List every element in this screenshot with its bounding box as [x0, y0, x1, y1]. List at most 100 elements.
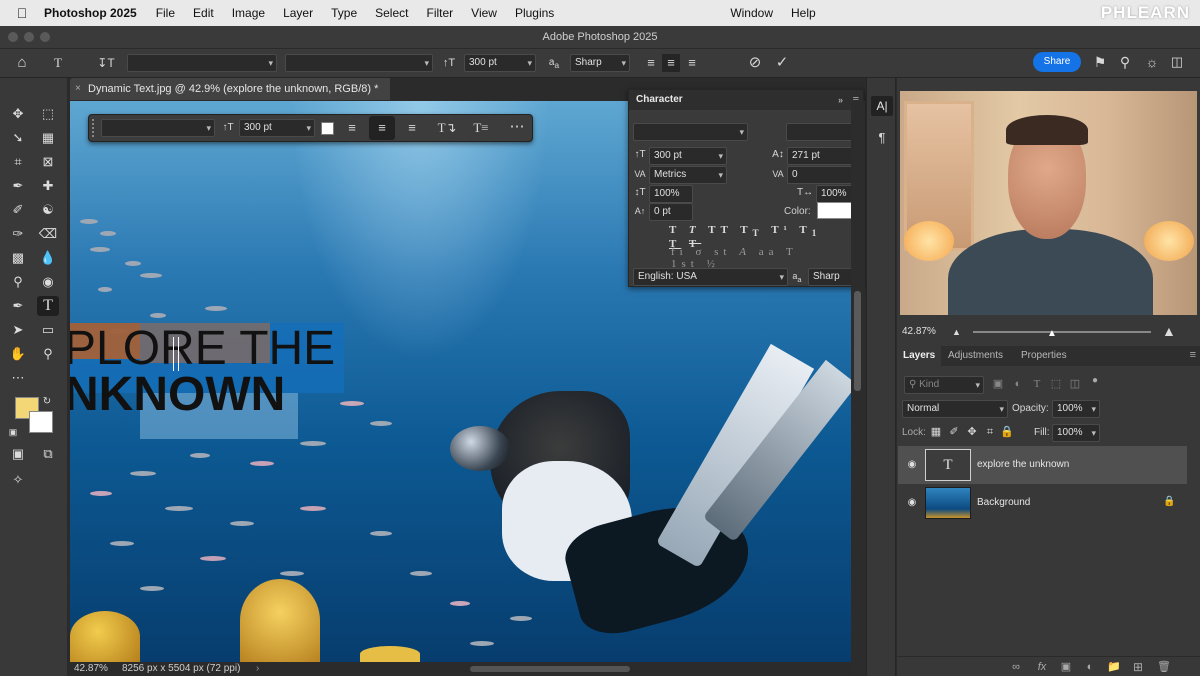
- tab-layers[interactable]: Layers: [897, 346, 942, 366]
- horizontal-scrollbar[interactable]: [470, 666, 630, 672]
- status-zoom[interactable]: 42.87%: [74, 662, 108, 676]
- menu-edit[interactable]: Edit: [184, 6, 223, 20]
- vertical-scrollbar[interactable]: [854, 291, 861, 391]
- ctx-color-swatch[interactable]: [321, 122, 334, 135]
- lock-transparent-icon[interactable]: ▦: [928, 423, 944, 441]
- align-right-icon[interactable]: ≡: [683, 54, 701, 72]
- menu-file[interactable]: File: [147, 6, 184, 20]
- opacity-field[interactable]: 100% ▾: [1052, 400, 1100, 418]
- menu-filter[interactable]: Filter: [417, 6, 462, 20]
- ctx-align-right-icon[interactable]: ≡: [402, 119, 422, 137]
- cancel-icon[interactable]: ⊘: [745, 54, 765, 72]
- blur-tool-icon[interactable]: 💧: [37, 248, 59, 268]
- lock-artboard-icon[interactable]: ⌗: [982, 423, 998, 441]
- char-font-size-field[interactable]: 300 pt ▾: [649, 147, 727, 165]
- align-center-icon[interactable]: ≡: [662, 54, 680, 72]
- ctx-font-family-select[interactable]: ▾: [101, 119, 215, 137]
- font-family-select[interactable]: ▾: [127, 54, 277, 72]
- object-selection-tool-icon[interactable]: ▦: [37, 128, 59, 148]
- history-brush-tool-icon[interactable]: ✑: [7, 224, 29, 244]
- path-selection-tool-icon[interactable]: ➤: [7, 320, 29, 340]
- share-button[interactable]: Share: [1033, 52, 1081, 72]
- rectangle-tool-icon[interactable]: ▭: [37, 320, 59, 340]
- ctx-text-options-icon[interactable]: T≡: [470, 119, 492, 137]
- filter-shape-icon[interactable]: ⬚: [1048, 375, 1064, 393]
- clone-stamp-tool-icon[interactable]: ☯: [37, 200, 59, 220]
- adjustment-layer-icon[interactable]: ◐: [1081, 658, 1099, 676]
- pen-tool-icon[interactable]: ✒: [7, 296, 29, 316]
- menu-layer[interactable]: Layer: [274, 6, 322, 20]
- char-kerning-select[interactable]: Metrics ▾: [649, 166, 727, 184]
- language-select[interactable]: English: USA ▾: [633, 268, 788, 286]
- collapse-panel-icon[interactable]: »: [838, 90, 843, 110]
- layer-effects-icon[interactable]: fx: [1033, 658, 1051, 676]
- antialias-select[interactable]: Sharp ▾: [570, 54, 630, 72]
- discover-icon[interactable]: ☼: [1142, 53, 1162, 71]
- document-tab[interactable]: × Dynamic Text.jpg @ 42.9% (explore the …: [70, 78, 390, 100]
- faux-style-buttons[interactable]: T T TT TT T¹ T1 T T: [669, 224, 829, 250]
- close-window-button[interactable]: [8, 32, 18, 42]
- canvas-text-line2[interactable]: NKNOWN: [70, 371, 285, 419]
- char-tracking-field[interactable]: 0▾: [787, 166, 860, 184]
- ctx-align-center-icon[interactable]: ≡: [369, 116, 395, 140]
- lasso-tool-icon[interactable]: ➘: [7, 128, 29, 148]
- char-vertical-scale-field[interactable]: 100%: [649, 185, 693, 203]
- ctx-align-left-icon[interactable]: ≡: [342, 119, 362, 137]
- character-panel-toggle-icon[interactable]: A|: [871, 96, 893, 116]
- menu-help[interactable]: Help: [782, 6, 825, 20]
- filter-pixel-icon[interactable]: ▣: [990, 375, 1006, 393]
- zoom-in-icon[interactable]: ▲: [1162, 323, 1176, 339]
- filter-toggle-icon[interactable]: ●: [1087, 372, 1103, 390]
- opentype-buttons[interactable]: fi σ st A aa T 1st ½: [671, 246, 831, 270]
- align-left-icon[interactable]: ≡: [642, 54, 660, 72]
- type-tool-icon[interactable]: T: [37, 296, 59, 316]
- ctx-warp-text-icon[interactable]: T↴: [436, 119, 458, 137]
- screen-mode-icon[interactable]: ⧉: [37, 444, 59, 464]
- filter-adjustment-icon[interactable]: ◐: [1010, 375, 1026, 393]
- navigator-zoom-value[interactable]: 42.87%: [902, 326, 936, 337]
- layer-name[interactable]: explore the unknown: [977, 446, 1069, 484]
- filter-smart-object-icon[interactable]: ◫: [1067, 375, 1083, 393]
- tab-properties[interactable]: Properties: [1015, 346, 1073, 366]
- zoom-tool-icon[interactable]: ⚲: [37, 344, 59, 364]
- more-tools-icon[interactable]: ⋯: [7, 368, 29, 388]
- char-leading-field[interactable]: 271 pt▾: [787, 147, 860, 165]
- frame-tool-icon[interactable]: ⊠: [37, 152, 59, 172]
- zoom-out-icon[interactable]: ▲: [952, 327, 961, 337]
- menu-plugins[interactable]: Plugins: [506, 6, 563, 20]
- char-font-family-select[interactable]: ▾: [633, 123, 748, 141]
- link-layers-icon[interactable]: ∞: [1007, 658, 1025, 676]
- sponge-tool-icon[interactable]: ◉: [37, 272, 59, 292]
- filter-type-icon[interactable]: T: [1029, 375, 1045, 393]
- zoom-window-button[interactable]: [40, 32, 50, 42]
- workspace-icon[interactable]: ◫: [1168, 53, 1186, 71]
- char-font-style-select[interactable]: ▾: [786, 123, 860, 141]
- apple-icon[interactable]: : [0, 5, 44, 21]
- visibility-eye-icon[interactable]: ◉: [906, 459, 918, 471]
- canvas-text-line1[interactable]: PLORE THE: [70, 325, 335, 373]
- new-group-icon[interactable]: 📁: [1105, 658, 1123, 676]
- lock-position-icon[interactable]: ✥: [964, 423, 980, 441]
- move-tool-icon[interactable]: ✥: [7, 104, 29, 124]
- font-size-field[interactable]: 300 pt ▾: [464, 54, 536, 72]
- add-mask-icon[interactable]: ▣: [1057, 658, 1075, 676]
- menu-select[interactable]: Select: [366, 6, 417, 20]
- char-baseline-shift-field[interactable]: 0 pt: [649, 203, 693, 221]
- layer-row-background[interactable]: ◉ Background 🔒: [898, 484, 1187, 522]
- paragraph-panel-toggle-icon[interactable]: ¶: [871, 128, 893, 148]
- minimize-window-button[interactable]: [24, 32, 34, 42]
- tab-adjustments[interactable]: Adjustments: [942, 346, 1009, 366]
- ctx-more-icon[interactable]: ⋯: [506, 118, 528, 136]
- search-icon[interactable]: ⚲: [1116, 53, 1134, 71]
- layers-panel-menu-icon[interactable]: ≡: [1190, 349, 1196, 361]
- zoom-slider-thumb[interactable]: ▲: [1047, 328, 1057, 339]
- lock-pixels-icon[interactable]: ✐: [946, 423, 962, 441]
- fill-field[interactable]: 100% ▾: [1052, 424, 1100, 442]
- close-tab-icon[interactable]: ×: [75, 78, 81, 100]
- layer-row-text[interactable]: ◉ T explore the unknown: [898, 446, 1187, 484]
- eyedropper-tool-icon[interactable]: ✒: [7, 176, 29, 196]
- default-colors-icon[interactable]: ▣: [6, 422, 20, 442]
- layer-filter-kind-select[interactable]: ⚲ Kind ▾: [904, 376, 984, 394]
- delete-layer-icon[interactable]: 🗑: [1155, 658, 1173, 676]
- bell-icon[interactable]: ⚑: [1091, 53, 1109, 71]
